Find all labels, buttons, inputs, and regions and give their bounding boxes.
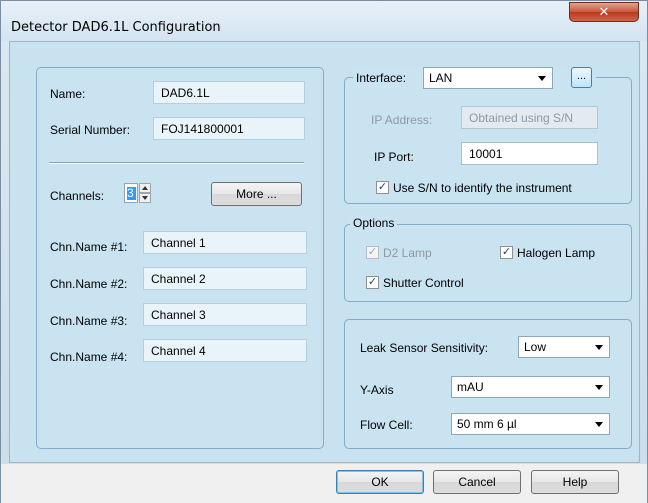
name-label: Name:: [50, 87, 86, 101]
use-sn-label: Use S/N to identify the instrument: [393, 181, 572, 195]
chevron-down-icon: [595, 385, 603, 390]
channel-name-2-label: Chn.Name #2:: [50, 277, 128, 291]
dialog-title: Detector DAD6.1L Configuration: [11, 20, 221, 35]
use-sn-checkbox[interactable]: ✓: [376, 181, 389, 194]
name-field[interactable]: DAD6.1L: [153, 81, 305, 104]
halogen-lamp-label: Halogen Lamp: [517, 246, 596, 260]
channels-value[interactable]: 3: [124, 183, 138, 203]
leak-sensitivity-label: Leak Sensor Sensitivity:: [360, 341, 489, 355]
flow-cell-label: Flow Cell:: [360, 418, 413, 432]
chevron-down-icon: [595, 422, 603, 427]
channel-name-4-field[interactable]: Channel 4: [143, 339, 307, 362]
y-axis-select[interactable]: mAU: [451, 376, 610, 398]
chevron-down-icon: [538, 76, 546, 81]
channels-down-button[interactable]: [139, 193, 151, 203]
help-button[interactable]: Help: [531, 470, 619, 494]
y-axis-label: Y-Axis: [360, 383, 394, 397]
interface-select[interactable]: LAN: [423, 67, 553, 89]
channel-name-1-label: Chn.Name #1:: [50, 240, 128, 254]
d2-lamp-checkbox: ✓: [366, 246, 379, 259]
title-bar: Detector DAD6.1L Configuration ✕: [1, 1, 647, 41]
channel-name-4-label: Chn.Name #4:: [50, 350, 128, 364]
channels-up-button[interactable]: [139, 183, 151, 193]
options-legend: Options: [350, 216, 398, 230]
leak-sensitivity-select[interactable]: Low: [518, 336, 610, 358]
close-icon: ✕: [598, 4, 610, 19]
ip-port-label: IP Port:: [374, 150, 414, 164]
ip-port-field[interactable]: 10001: [461, 142, 598, 165]
general-panel: Name: DAD6.1L Serial Number: FOJ14180000…: [36, 67, 324, 449]
shutter-control-label: Shutter Control: [383, 276, 464, 290]
chevron-down-icon: [595, 345, 603, 350]
interface-group: Interface: LAN ... IP Address: Obtained …: [344, 67, 632, 204]
button-bar: OK Cancel Help: [1, 463, 647, 503]
channel-name-1-field[interactable]: Channel 1: [143, 231, 307, 254]
detector-settings-panel: Leak Sensor Sensitivity: Low Y-Axis mAU …: [344, 319, 632, 449]
channel-name-2-field[interactable]: Channel 2: [143, 267, 307, 290]
ip-address-field: Obtained using S/N: [461, 106, 598, 129]
channels-stepper[interactable]: 3: [124, 181, 167, 205]
config-dialog: Detector DAD6.1L Configuration ✕ Name: D…: [0, 0, 648, 503]
channel-name-3-field[interactable]: Channel 3: [143, 303, 307, 326]
arrow-down-icon: [142, 196, 148, 200]
cancel-button[interactable]: Cancel: [433, 470, 521, 494]
channel-name-3-label: Chn.Name #3:: [50, 314, 128, 328]
flow-cell-select[interactable]: 50 mm 6 µl: [451, 413, 610, 435]
options-group: Options ✓ D2 Lamp ✓ Halogen Lamp ✓ Shutt…: [344, 216, 632, 302]
halogen-lamp-checkbox[interactable]: ✓: [500, 246, 513, 259]
serial-number-label: Serial Number:: [50, 123, 131, 137]
d2-lamp-label: D2 Lamp: [383, 246, 432, 260]
interface-browse-button[interactable]: ...: [571, 67, 592, 88]
arrow-up-icon: [142, 186, 148, 190]
shutter-control-checkbox[interactable]: ✓: [366, 276, 379, 289]
channels-label: Channels:: [50, 189, 105, 203]
interface-label: Interface:: [356, 71, 407, 85]
ok-button[interactable]: OK: [336, 470, 424, 494]
interface-legend: Interface: LAN ...: [353, 67, 596, 89]
panel-divider: [49, 162, 304, 164]
ip-address-label: IP Address:: [371, 113, 433, 127]
serial-number-field[interactable]: FOJ141800001: [153, 117, 305, 140]
more-button[interactable]: More ...: [211, 182, 302, 206]
dialog-body: Name: DAD6.1L Serial Number: FOJ14180000…: [9, 41, 640, 463]
close-button[interactable]: ✕: [569, 2, 639, 22]
